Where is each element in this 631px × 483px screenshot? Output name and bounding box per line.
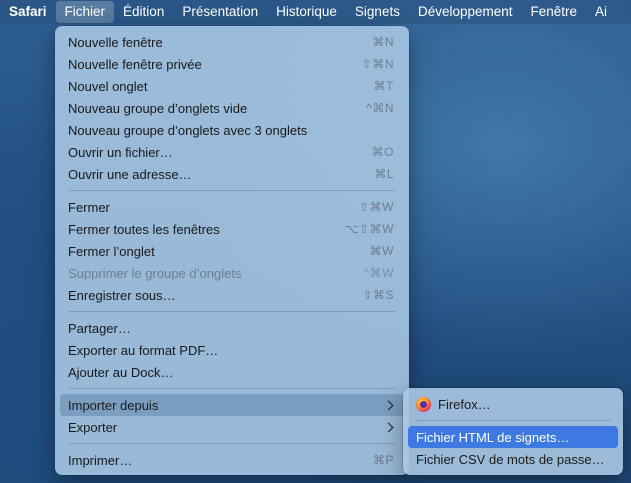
menu-item-label: Ouvrir une adresse… [68,166,192,182]
chevron-right-icon [383,400,394,410]
menu-item-add-to-dock[interactable]: Ajouter au Dock… [60,361,404,383]
menu-item-delete-tab-group: Supprimer le groupe d’onglets ^⌘W [60,262,404,284]
menu-presentation[interactable]: Présentation [173,1,267,23]
menu-item-open-location[interactable]: Ouvrir une adresse… ⌘L [60,163,404,185]
submenu-item-csv-passwords[interactable]: Fichier CSV de mots de passe… [408,448,618,470]
menu-item-new-empty-tab-group[interactable]: Nouveau groupe d’onglets vide ^⌘N [60,97,404,119]
menu-separator [415,420,611,421]
menu-item-new-tab[interactable]: Nouvel onglet ⌘T [60,75,404,97]
menu-item-new-private-window[interactable]: Nouvelle fenêtre privée ⇧⌘N [60,53,404,75]
menu-item-new-window[interactable]: Nouvelle fenêtre ⌘N [60,31,404,53]
menu-developpement[interactable]: Développement [409,1,522,23]
menu-separator [69,311,395,312]
menu-aide[interactable]: Ai [586,1,616,23]
submenu-item-label: Fichier HTML de signets… [416,429,570,445]
menu-item-new-tab-group-with-tabs[interactable]: Nouveau groupe d’onglets avec 3 onglets [60,119,404,141]
menu-item-label: Partager… [68,320,131,336]
menu-item-shortcut: ⌥⇧⌘W [344,222,394,236]
submenu-item-label: Fichier CSV de mots de passe… [416,451,605,467]
menu-item-export-pdf[interactable]: Exporter au format PDF… [60,339,404,361]
menu-item-label: Nouveau groupe d’onglets avec 3 onglets [68,122,308,138]
import-submenu: Firefox… Fichier HTML de signets… Fichie… [403,388,623,475]
menu-item-save-as[interactable]: Enregistrer sous… ⇧⌘S [60,284,404,306]
file-menu: Nouvelle fenêtre ⌘N Nouvelle fenêtre pri… [55,26,409,475]
submenu-item-html-bookmarks[interactable]: Fichier HTML de signets… [408,426,618,448]
menu-item-label: Fermer l’onglet [68,243,155,259]
menu-item-print[interactable]: Imprimer… ⌘P [60,449,404,471]
menu-safari[interactable]: Safari [0,1,56,23]
menu-item-close-tab[interactable]: Fermer l’onglet ⌘W [60,240,404,262]
menu-item-label: Nouvelle fenêtre privée [68,56,202,72]
menu-item-close[interactable]: Fermer ⇧⌘W [60,196,404,218]
menu-item-shortcut: ⇧⌘W [359,200,394,214]
menu-item-shortcut: ⇧⌘S [362,288,394,302]
menu-item-export[interactable]: Exporter [60,416,404,438]
menu-item-shortcut: ^⌘N [366,101,394,115]
menu-item-label: Importer depuis [68,397,159,413]
menu-item-label: Nouvel onglet [68,78,148,94]
menu-item-shortcut: ^⌘W [363,266,394,280]
menu-item-open-file[interactable]: Ouvrir un fichier… ⌘O [60,141,404,163]
menu-fichier[interactable]: Fichier [55,1,115,23]
menu-item-share[interactable]: Partager… [60,317,404,339]
menu-item-shortcut: ⌘L [374,167,394,181]
menu-item-label: Imprimer… [68,452,133,468]
submenu-item-firefox[interactable]: Firefox… [408,393,618,415]
menu-bar: Safari Fichier Édition Présentation Hist… [0,0,631,24]
menu-item-label: Ajouter au Dock… [68,364,174,380]
menu-item-label: Nouveau groupe d’onglets vide [68,100,248,116]
menu-item-label: Ouvrir un fichier… [68,144,173,160]
menu-item-label: Nouvelle fenêtre [68,34,163,50]
menu-edition[interactable]: Édition [114,1,173,23]
menu-item-shortcut: ⇧⌘N [361,57,394,71]
menu-fenetre[interactable]: Fenêtre [522,1,587,23]
menu-separator [69,443,395,444]
menu-item-shortcut: ⌘N [372,35,394,49]
submenu-item-label: Firefox… [438,396,491,412]
submenu-item-firefox-content: Firefox… [416,396,491,412]
menu-historique[interactable]: Historique [267,1,346,23]
menu-item-close-all-windows[interactable]: Fermer toutes les fenêtres ⌥⇧⌘W [60,218,404,240]
menu-separator [69,388,395,389]
menu-item-import-from[interactable]: Importer depuis [60,394,404,416]
menu-item-label: Fermer toutes les fenêtres [68,221,220,237]
menu-separator [69,190,395,191]
menu-item-label: Fermer [68,199,110,215]
chevron-right-icon [383,422,394,432]
menu-item-shortcut: ⌘O [371,145,394,159]
menu-item-label: Exporter au format PDF… [68,342,219,358]
menu-item-label: Exporter [68,419,118,435]
firefox-icon [416,396,431,412]
menu-item-shortcut: ⌘T [373,79,394,93]
menu-item-label: Supprimer le groupe d’onglets [68,265,242,281]
menu-item-shortcut: ⌘P [372,453,394,467]
menu-item-shortcut: ⌘W [369,244,394,258]
menu-item-label: Enregistrer sous… [68,287,176,303]
menu-signets[interactable]: Signets [346,1,409,23]
